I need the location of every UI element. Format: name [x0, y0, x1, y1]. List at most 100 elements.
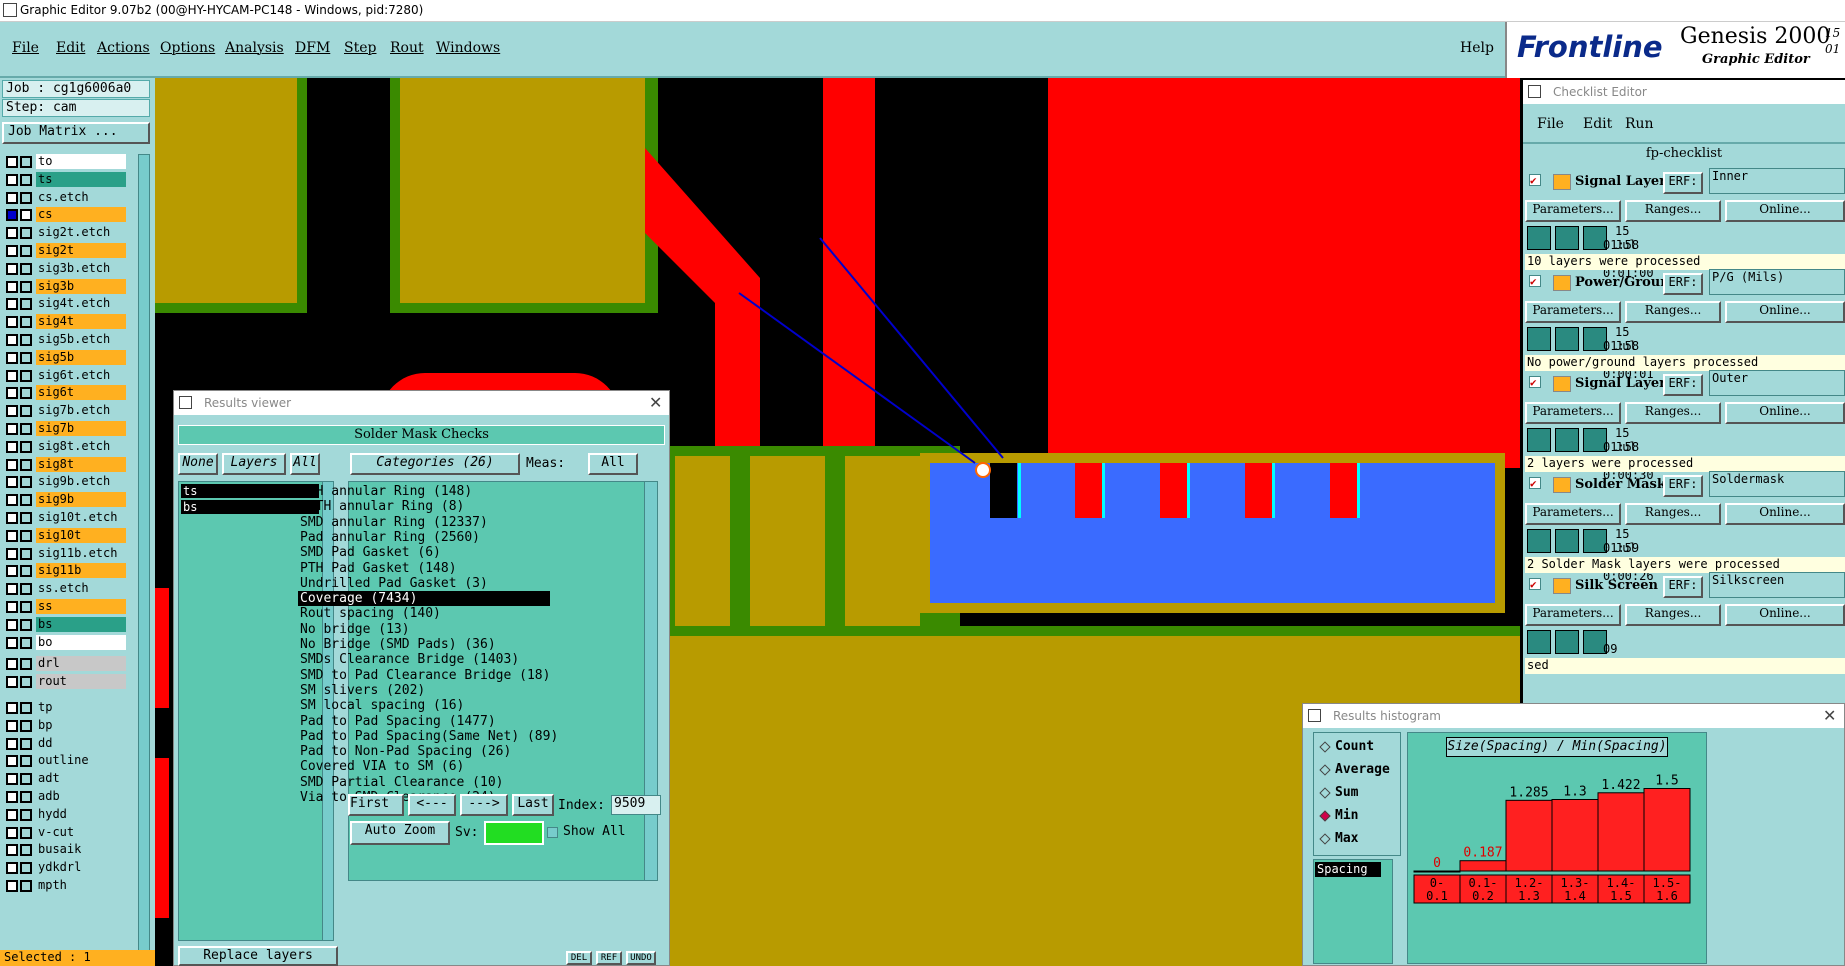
layer-display-checkbox[interactable]	[6, 658, 18, 671]
layer-affected-checkbox[interactable]	[20, 565, 32, 578]
layer-name[interactable]: busaik	[36, 842, 126, 858]
layer-affected-checkbox[interactable]	[20, 755, 32, 768]
layer-row[interactable]: tp	[6, 700, 126, 716]
job-matrix-button[interactable]: Job Matrix ...	[2, 122, 150, 144]
layer-affected-checkbox[interactable]	[20, 676, 32, 689]
erf-value[interactable]: Inner	[1709, 168, 1845, 194]
layer-row[interactable]: sig6t.etch	[6, 367, 126, 384]
layer-row[interactable]: bo	[6, 634, 126, 651]
layer-row[interactable]: mpth	[6, 878, 126, 894]
layer-affected-checkbox[interactable]	[20, 298, 32, 311]
layer-display-checkbox[interactable]	[6, 583, 18, 596]
layer-affected-checkbox[interactable]	[20, 529, 32, 542]
layer-row[interactable]: rout	[6, 674, 126, 690]
layer-display-checkbox[interactable]	[6, 808, 18, 821]
layer-display-checkbox[interactable]	[6, 423, 18, 435]
category-scrollbar[interactable]	[644, 482, 657, 880]
layer-display-checkbox[interactable]	[6, 737, 18, 750]
layer-row[interactable]: sig4t	[6, 314, 126, 330]
layer-affected-checkbox[interactable]	[20, 173, 32, 186]
meas-select[interactable]: All	[588, 453, 638, 475]
layer-display-checkbox[interactable]	[6, 369, 18, 382]
layer-row[interactable]: adt	[6, 771, 126, 787]
layer-display-checkbox[interactable]	[6, 262, 18, 275]
layer-name[interactable]: sig3b	[36, 278, 126, 294]
layer-display-checkbox[interactable]	[6, 298, 18, 311]
layer-affected-checkbox[interactable]	[20, 862, 32, 875]
layer-display-checkbox[interactable]	[6, 334, 18, 346]
layer-affected-checkbox[interactable]	[20, 808, 32, 821]
parameters-button[interactable]: Parameters...	[1525, 301, 1621, 323]
layer-row[interactable]: sig10t	[6, 527, 126, 544]
show-icon[interactable]	[1555, 529, 1579, 553]
layer-affected-checkbox[interactable]	[20, 191, 32, 204]
layer-name[interactable]: sig5b	[36, 349, 126, 365]
layer-affected-checkbox[interactable]	[20, 737, 32, 750]
layer-display-checkbox[interactable]	[6, 209, 18, 222]
layer-row[interactable]: v-cut	[6, 824, 126, 841]
online-button[interactable]: Online...	[1725, 200, 1845, 222]
layer-row[interactable]: outline	[6, 753, 126, 769]
erf-value[interactable]: Soldermask	[1709, 471, 1845, 497]
show-all-checkbox[interactable]	[547, 827, 558, 838]
menu-options[interactable]: Options	[160, 40, 215, 56]
layer-display-checkbox[interactable]	[6, 719, 18, 732]
layer-row[interactable]: bp	[6, 717, 126, 734]
layer-name[interactable]: ss	[36, 599, 126, 614]
layer-row[interactable]: ts	[6, 171, 126, 188]
layer-row[interactable]: sig8t	[6, 456, 126, 473]
layer-name[interactable]: sig3b.etch	[36, 260, 126, 276]
action-enable-checkbox[interactable]: ✔	[1529, 477, 1541, 489]
layer-row[interactable]: sig9b	[6, 492, 126, 508]
layer-row[interactable]: sig10t.etch	[6, 510, 126, 526]
layer-affected-checkbox[interactable]	[20, 262, 32, 275]
all-button[interactable]: All	[290, 453, 320, 475]
layer-row[interactable]: cs.etch	[6, 189, 126, 206]
layer-name[interactable]: sig4t	[36, 314, 126, 330]
layer-name[interactable]: sig10t.etch	[36, 510, 126, 525]
layer-affected-checkbox[interactable]	[20, 316, 32, 329]
layer-name[interactable]: sig7b	[36, 421, 126, 436]
checklist-menu-file[interactable]: File	[1537, 116, 1564, 132]
category-item[interactable]: Pad to Pad Spacing (1477)	[298, 714, 550, 729]
layer-affected-checkbox[interactable]	[20, 844, 32, 857]
category-item[interactable]: Pad to Non-Pad Spacing (26)	[298, 744, 550, 759]
menu-actions[interactable]: Actions	[97, 40, 150, 56]
menu-analysis[interactable]: Analysis	[225, 40, 284, 56]
close-icon[interactable]: ✕	[1823, 706, 1836, 725]
erf-value[interactable]: P/G (Mils)	[1709, 269, 1845, 295]
layer-affected-checkbox[interactable]	[20, 702, 32, 714]
category-item[interactable]: SMD Partial Clearance (10)	[298, 775, 550, 790]
index-input[interactable]: 9509	[611, 795, 661, 815]
layer-affected-checkbox[interactable]	[20, 880, 32, 892]
layer-name[interactable]: ydkdrl	[36, 860, 126, 876]
layer-row[interactable]: adb	[6, 789, 126, 805]
menu-edit[interactable]: Edit	[56, 40, 85, 56]
layer-name[interactable]: adb	[36, 789, 126, 804]
layer-display-checkbox[interactable]	[6, 636, 18, 649]
run-icon[interactable]	[1527, 529, 1551, 553]
erf-value[interactable]: Outer	[1709, 370, 1845, 396]
layer-affected-checkbox[interactable]	[20, 369, 32, 382]
category-item[interactable]: SMD to Pad Clearance Bridge (18)	[298, 668, 550, 683]
layer-name[interactable]: sig8t	[36, 456, 126, 472]
parameters-button[interactable]: Parameters...	[1525, 503, 1621, 525]
layer-affected-checkbox[interactable]	[20, 423, 32, 435]
layer-name[interactable]: sig9b	[36, 492, 126, 508]
parameters-button[interactable]: Parameters...	[1525, 402, 1621, 424]
layer-row[interactable]: to	[6, 154, 126, 170]
layer-name[interactable]: hydd	[36, 806, 126, 822]
online-button[interactable]: Online...	[1725, 503, 1845, 525]
layer-display-checkbox[interactable]	[6, 173, 18, 186]
layer-display-checkbox[interactable]	[6, 676, 18, 689]
layer-affected-checkbox[interactable]	[20, 547, 32, 560]
layer-name[interactable]: sig8t.etch	[36, 438, 126, 454]
category-item[interactable]: Pad to Pad Spacing(Same Net) (89)	[298, 729, 558, 744]
erf-button[interactable]: ERF:	[1663, 374, 1703, 396]
layer-affected-checkbox[interactable]	[20, 405, 32, 418]
layer-name[interactable]: sig9b.etch	[36, 474, 126, 490]
layer-display-checkbox[interactable]	[6, 601, 18, 613]
show-icon[interactable]	[1555, 428, 1579, 452]
layer-name[interactable]: v-cut	[36, 824, 126, 840]
layer-display-checkbox[interactable]	[6, 440, 18, 453]
